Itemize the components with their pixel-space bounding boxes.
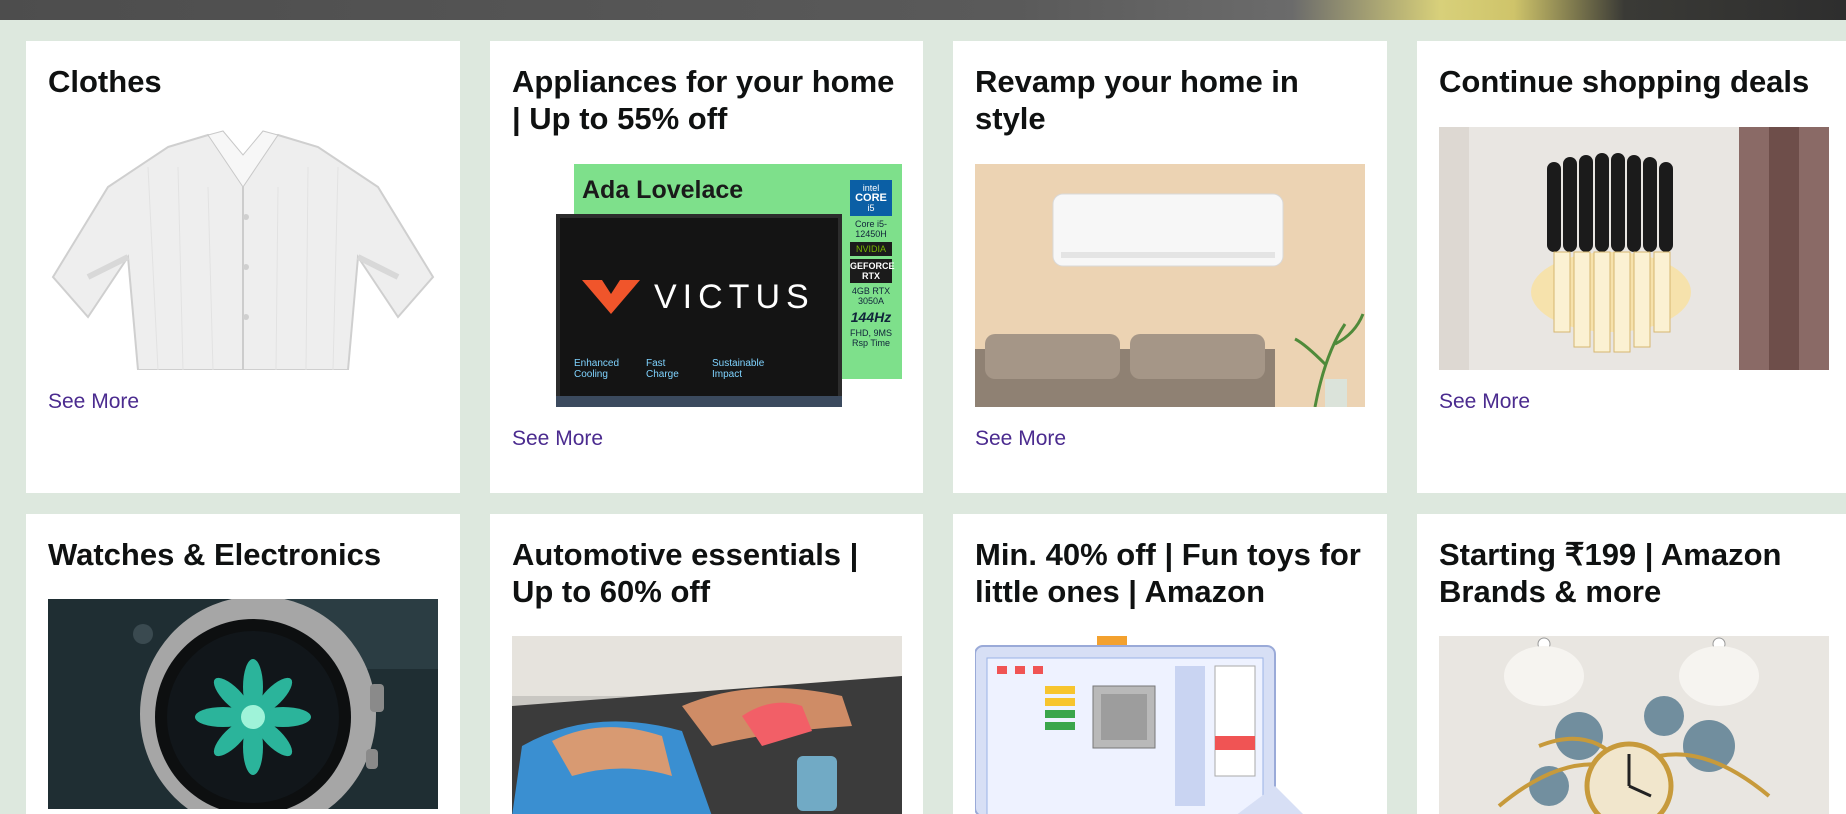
card-watches-electronics: Watches & Electronics	[26, 514, 460, 814]
feature-cooling: Enhanced Cooling	[574, 358, 620, 380]
refresh-rate: 144Hz	[850, 309, 892, 325]
card-title: Continue shopping deals	[1439, 64, 1810, 99]
kids-laptop-image[interactable]	[975, 636, 1365, 814]
geforce-badge: GEFORCE RTX	[850, 259, 895, 283]
card-clothes: Clothes See More	[26, 41, 460, 493]
laptop-image[interactable]: Ada Lovelace intel CORE i5 Core i5-12450H …	[512, 164, 902, 407]
card-fun-toys: Min. 40% off | Fun toys for little ones …	[953, 514, 1387, 814]
cpu-model: Core i5-12450H	[854, 219, 887, 239]
wall-lamp-image[interactable]	[1439, 127, 1829, 370]
see-more-link[interactable]: See More	[48, 390, 139, 414]
hero-banner-bottom-edge[interactable]	[0, 0, 1846, 20]
card-continue-shopping: Continue shopping deals See More	[1417, 41, 1846, 493]
smartwatch-image[interactable]	[48, 599, 438, 809]
wall-clock-image[interactable]	[1439, 636, 1829, 814]
card-title: Starting ₹199 | Amazon Brands & more	[1439, 537, 1782, 609]
laptop-base	[556, 396, 842, 407]
spec-column: intel CORE i5 Core i5-12450H NVIDIA GEFORC…	[850, 180, 895, 348]
shirt-image[interactable]	[48, 127, 438, 370]
victus-logo-icon	[582, 280, 640, 314]
card-revamp-home: Revamp your home in style See More	[953, 41, 1387, 493]
card-title: Watches & Electronics	[48, 537, 382, 572]
nvidia-badge: NVIDIA	[850, 242, 892, 256]
gpu-model: 4GB RTX 3050A	[851, 286, 891, 306]
victus-brand: VICTUS	[654, 278, 815, 316]
card-title: Clothes	[48, 64, 162, 99]
card-title: Automotive essentials | Up to 60% off	[512, 537, 859, 609]
card-title: Revamp your home in style	[975, 64, 1299, 136]
card-title: Min. 40% off | Fun toys for little ones …	[975, 537, 1361, 609]
card-automotive: Automotive essentials | Up to 60% off	[490, 514, 923, 814]
gpu-tag: Ada Lovelace	[582, 176, 744, 204]
laptop-screen: VICTUS Enhanced Cooling Fast Charge Sust…	[556, 214, 842, 400]
intel-badge: intel CORE i5	[850, 180, 892, 216]
feature-sustainable: Sustainable Impact	[712, 358, 765, 380]
card-title: Appliances for your home | Up to 55% off	[512, 64, 895, 136]
display-spec: FHD, 9MS Rsp Time	[850, 328, 893, 348]
air-conditioner-image[interactable]	[975, 164, 1365, 407]
see-more-link[interactable]: See More	[975, 427, 1066, 451]
card-appliances: Appliances for your home | Up to 55% off…	[490, 41, 923, 493]
card-amazon-brands: Starting ₹199 | Amazon Brands & more	[1417, 514, 1846, 814]
feature-charge: Fast Charge	[646, 358, 679, 380]
car-cleaning-image[interactable]	[512, 636, 902, 814]
see-more-link[interactable]: See More	[512, 427, 603, 451]
feature-row: Enhanced Cooling Fast Charge Sustainable…	[574, 358, 782, 380]
see-more-link[interactable]: See More	[1439, 390, 1530, 414]
